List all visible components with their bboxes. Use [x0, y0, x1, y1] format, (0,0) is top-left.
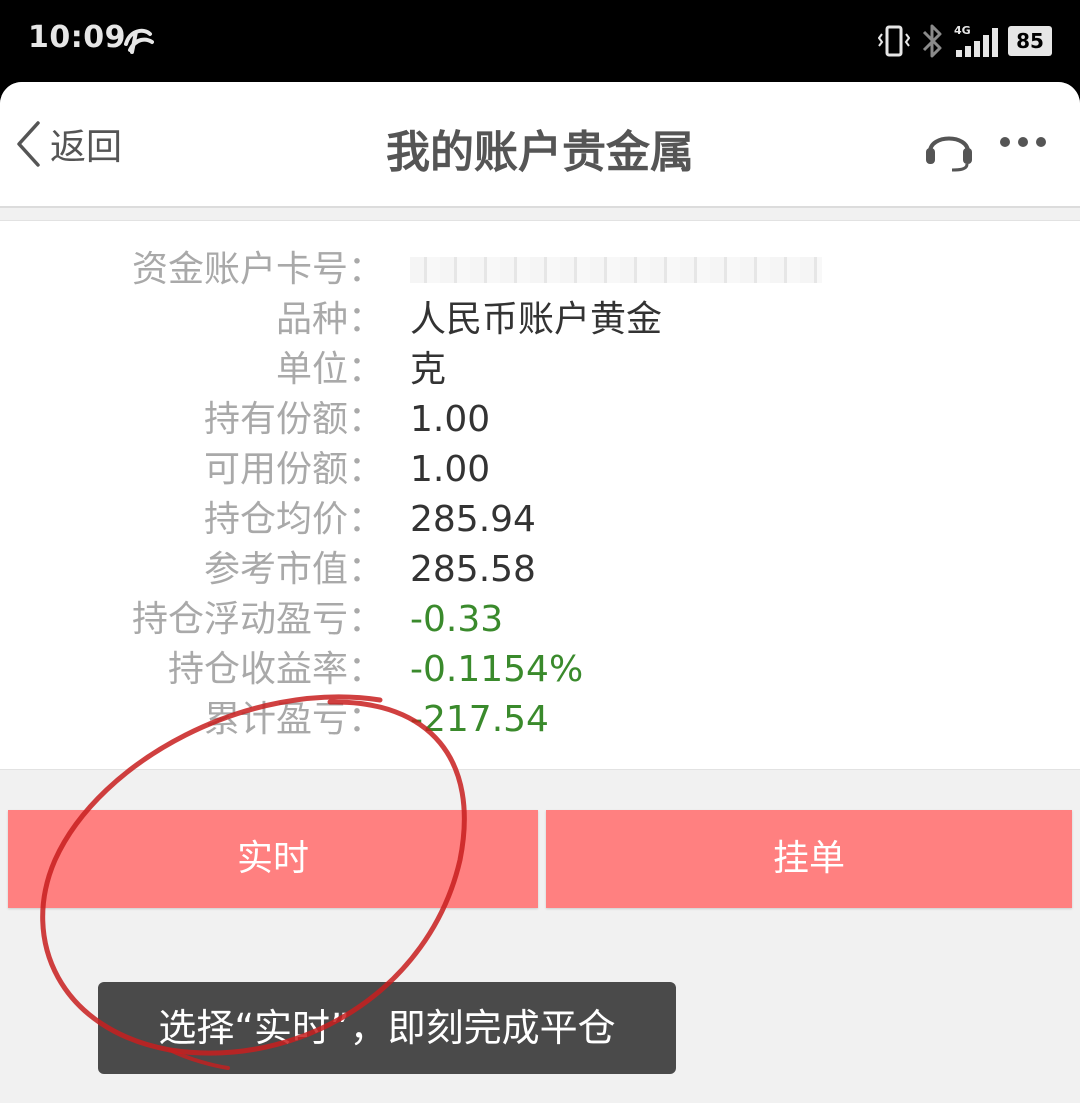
chevron-left-icon	[17, 121, 40, 167]
carrier-icon	[124, 28, 154, 54]
info-row-floating-pnl: 持仓浮动盈亏： -0.33	[0, 595, 1080, 645]
realtime-button[interactable]: 实时	[8, 810, 538, 908]
battery-level: 85	[1016, 29, 1044, 53]
info-value: 1.00	[410, 449, 491, 490]
toast-message: 选择“实时”，即刻完成平仓	[98, 982, 676, 1074]
info-label: 参考市值：	[203, 549, 384, 590]
more-icon[interactable]	[996, 132, 1050, 152]
app-screen: 返回 我的账户贵金属 资金账户卡号： 品种： 人民币账户黄金 单位： 克 持有份…	[0, 82, 1080, 1103]
status-time: 10:09	[28, 20, 126, 55]
info-value: -217.54	[410, 699, 549, 740]
info-label: 资金账户卡号：	[131, 249, 384, 290]
info-value: 285.94	[410, 499, 536, 540]
masked-card-number	[410, 257, 822, 283]
info-row-available: 可用份额： 1.00	[0, 445, 1080, 495]
page-title: 我的账户贵金属	[386, 127, 694, 178]
info-row-avg-price: 持仓均价： 285.94	[0, 495, 1080, 545]
info-label: 持仓收益率：	[167, 649, 384, 690]
info-row-return-rate: 持仓收益率： -0.1154%	[0, 645, 1080, 695]
network-type: 4G	[954, 24, 971, 37]
info-row-variety: 品种： 人民币账户黄金	[0, 295, 1080, 345]
account-info-panel: 资金账户卡号： 品种： 人民币账户黄金 单位： 克 持有份额： 1.00 可用份…	[0, 220, 1080, 770]
info-row-cumulative-pnl: 累计盈亏： -217.54	[0, 695, 1080, 745]
info-label: 累计盈亏：	[203, 699, 384, 740]
vibrate-icon	[878, 25, 910, 57]
status-bar: 10:09 4G 85	[0, 0, 1080, 82]
info-row-card-number: 资金账户卡号：	[0, 245, 1080, 295]
headset-icon[interactable]	[922, 122, 976, 172]
info-value: 人民币账户黄金	[410, 299, 663, 340]
info-value: 1.00	[410, 399, 491, 440]
info-label: 持仓浮动盈亏：	[131, 599, 384, 640]
back-button[interactable]: 返回	[14, 114, 122, 174]
info-value: 285.58	[410, 549, 536, 590]
info-row-unit: 单位： 克	[0, 345, 1080, 395]
info-label: 持仓均价：	[203, 499, 384, 540]
info-label: 持有份额：	[203, 399, 384, 440]
info-row-holding: 持有份额： 1.00	[0, 395, 1080, 445]
header: 返回 我的账户贵金属	[0, 82, 1080, 208]
info-label: 品种：	[275, 299, 384, 340]
signal-icon: 4G	[954, 24, 998, 57]
bluetooth-icon	[922, 24, 942, 58]
info-value: 克	[410, 349, 447, 390]
battery-icon: 85	[1008, 26, 1052, 56]
info-label: 可用份额：	[203, 449, 384, 490]
info-value: -0.33	[410, 599, 504, 640]
info-value: -0.1154%	[410, 649, 584, 690]
pending-order-button[interactable]: 挂单	[546, 810, 1072, 908]
back-label: 返回	[50, 127, 123, 168]
info-label: 单位：	[275, 349, 384, 390]
info-row-market-value: 参考市值： 285.58	[0, 545, 1080, 595]
